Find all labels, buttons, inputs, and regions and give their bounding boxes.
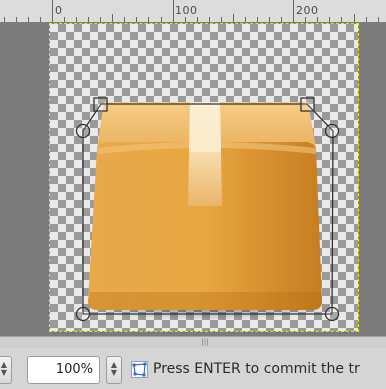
unit-spin-button[interactable]: ▲ ▼ xyxy=(0,356,12,384)
ruler-label-0: 0 xyxy=(55,4,63,17)
tape-highlight xyxy=(189,102,221,152)
handle-right[interactable] xyxy=(324,123,340,139)
chevron-down-icon: ▼ xyxy=(110,368,118,377)
status-bar: ▲ ▼ 100% ▲ ▼ Press ENTER to commit the t… xyxy=(0,348,386,389)
scrollbar-grip-icon[interactable]: ||| xyxy=(198,338,212,347)
handle-top-right[interactable] xyxy=(300,97,315,112)
handle-top-left[interactable] xyxy=(93,97,108,112)
handle-bottom-left[interactable] xyxy=(75,306,91,322)
status-message: Press ENTER to commit the tr xyxy=(153,361,360,377)
cardboard-box-icon xyxy=(75,97,340,322)
image-canvas[interactable] xyxy=(49,23,359,332)
transform-cage-icon xyxy=(131,361,148,378)
ruler-label-100: 100 xyxy=(175,4,198,17)
ruler-label-200: 200 xyxy=(296,4,319,17)
horizontal-ruler[interactable]: 0 100 200 xyxy=(0,0,386,23)
chevron-down-icon: ▼ xyxy=(0,368,8,377)
handle-left[interactable] xyxy=(75,123,91,139)
zoom-spin-button[interactable]: ▲ ▼ xyxy=(106,356,122,384)
zoom-field[interactable]: 100% xyxy=(27,356,100,384)
handle-bottom-right[interactable] xyxy=(324,306,340,322)
canvas-area[interactable] xyxy=(0,22,386,336)
